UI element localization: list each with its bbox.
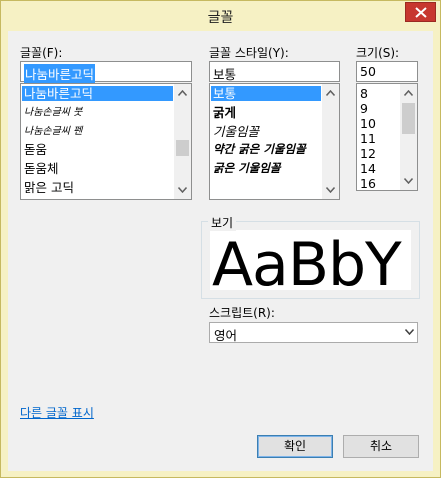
window-title: 글꼴 — [207, 10, 234, 26]
font-label: 글꼴(F): — [20, 46, 63, 60]
style-list-item[interactable]: 굵은 기울임꼴 — [211, 161, 280, 176]
size-list-item[interactable]: 11 — [358, 131, 376, 146]
font-style-value: 보통 — [213, 67, 237, 82]
style-list-item[interactable]: 보통 — [211, 86, 321, 101]
font-list-item[interactable]: 나눔손글씨 펜 — [22, 124, 82, 139]
font-style-list[interactable]: 보통 굵게 기울임꼴 약간 굵은 기울임꼴 굵은 기울임꼴 — [209, 83, 340, 200]
preview-box: AaBbY — [210, 230, 411, 290]
font-name-value: 나눔바른고딕 — [24, 64, 96, 83]
style-list-scrollbar[interactable] — [322, 84, 339, 199]
font-list-scrollbar[interactable] — [174, 84, 191, 199]
ok-button[interactable]: 확인 — [257, 435, 333, 458]
size-list-scrollbar[interactable] — [400, 84, 417, 190]
preview-group: AaBbY — [201, 221, 420, 299]
style-list-item[interactable]: 약간 굵은 기울임꼴 — [211, 142, 306, 157]
size-label: 크기(S): — [356, 46, 400, 60]
font-list-item[interactable]: 돋움 — [22, 142, 47, 157]
script-select[interactable]: 영어 — [209, 322, 418, 343]
scroll-down-icon[interactable] — [326, 187, 335, 193]
font-style-input[interactable]: 보통 — [209, 61, 340, 82]
title-bar: 글꼴 — [1, 1, 440, 31]
script-label: 스크립트(R): — [209, 306, 275, 320]
scroll-up-icon[interactable] — [178, 90, 187, 96]
script-value: 영어 — [214, 328, 238, 343]
size-list-item[interactable]: 16 — [358, 176, 376, 190]
font-list-item[interactable]: 맑은 고딕 — [22, 180, 74, 195]
cancel-button[interactable]: 취소 — [343, 435, 419, 458]
scroll-down-icon[interactable] — [404, 178, 413, 184]
show-more-fonts-link[interactable]: 다른 글꼴 표시 — [20, 404, 94, 421]
size-input[interactable]: 50 — [356, 61, 418, 82]
font-dialog: 글꼴 글꼴(F): 나눔바른고딕 나눔바른고딕 나눔손글씨 붓 나눔손글씨 펜 … — [0, 0, 441, 478]
scroll-up-icon[interactable] — [404, 90, 413, 96]
style-list-item[interactable]: 굵게 — [211, 105, 236, 120]
dialog-body: 글꼴(F): 나눔바른고딕 나눔바른고딕 나눔손글씨 붓 나눔손글씨 펜 돋움 … — [8, 31, 433, 471]
scroll-thumb[interactable] — [402, 103, 415, 134]
size-list-item[interactable]: 12 — [358, 146, 376, 161]
preview-sample-text: AaBbY — [212, 230, 402, 290]
size-list-item[interactable]: 14 — [358, 161, 376, 176]
size-list[interactable]: 8 9 10 11 12 14 16 — [356, 83, 418, 191]
close-icon — [415, 7, 427, 18]
size-list-item[interactable]: 8 — [358, 86, 368, 101]
font-list-item[interactable]: 돋움체 — [22, 161, 59, 176]
font-list-item[interactable]: 나눔손글씨 붓 — [22, 105, 82, 120]
font-style-label: 글꼴 스타일(Y): — [209, 46, 289, 60]
font-name-input[interactable]: 나눔바른고딕 — [20, 61, 192, 83]
close-button[interactable] — [405, 2, 436, 22]
scroll-up-icon[interactable] — [326, 90, 335, 96]
scroll-down-icon[interactable] — [178, 187, 187, 193]
preview-label: 보기 — [208, 214, 237, 231]
size-list-item[interactable]: 10 — [358, 116, 376, 131]
style-list-item[interactable]: 기울임꼴 — [211, 124, 259, 139]
font-list-item[interactable]: 나눔바른고딕 — [22, 86, 173, 101]
font-list[interactable]: 나눔바른고딕 나눔손글씨 붓 나눔손글씨 펜 돋움 돋움체 맑은 고딕 — [20, 83, 192, 200]
chevron-down-icon — [405, 329, 414, 335]
scroll-thumb[interactable] — [176, 140, 189, 156]
size-list-item[interactable]: 9 — [358, 101, 368, 116]
size-value: 50 — [360, 64, 376, 79]
